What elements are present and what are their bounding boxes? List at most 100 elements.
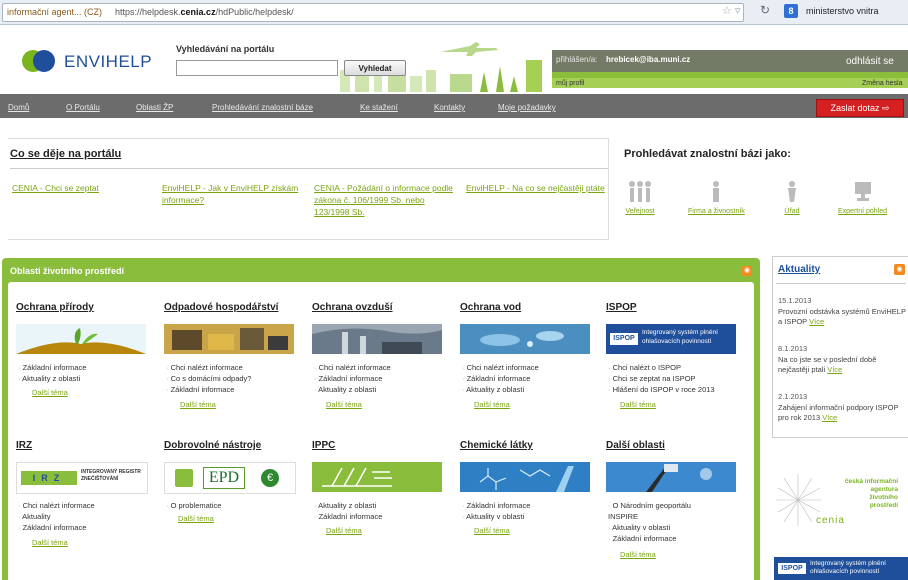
area-link[interactable]: Aktuality z oblasti	[462, 384, 539, 395]
area-link[interactable]: Chci se zeptat na ISPOP	[608, 373, 715, 384]
logo-text: ENVIHELP	[64, 52, 153, 71]
area-links-other: O Národním geoportálu INSPIRE Aktuality …	[608, 500, 708, 544]
area-link[interactable]: Aktuality v oblasti	[462, 511, 530, 522]
more-topics-link[interactable]: Další téma	[180, 400, 216, 409]
more-topics-link[interactable]: Další téma	[474, 526, 510, 535]
area-links-ispop: Chci nalézt o ISPOP Chci se zeptat na IS…	[608, 362, 715, 395]
news-link-3[interactable]: CENIA - Požádání o informace podle zákon…	[314, 182, 454, 218]
nav-contacts[interactable]: Kontakty	[434, 103, 465, 112]
area-title-chemicals[interactable]: Chemické látky	[460, 440, 533, 451]
area-title-water[interactable]: Ochrana vod	[460, 302, 521, 313]
area-title-waste[interactable]: Odpadové hospodářství	[164, 302, 278, 313]
monitor-icon	[854, 182, 871, 201]
nav-downloads[interactable]: Ke stažení	[360, 103, 398, 112]
area-link[interactable]: Aktuality z oblasti	[314, 384, 391, 395]
area-links-irz: Chci nalézt informace Aktuality Základní…	[18, 500, 95, 533]
role-expert[interactable]: Expertní pohled	[838, 180, 887, 215]
news-link-2[interactable]: EnviHELP - Jak v EnviHELP získám informa…	[162, 182, 302, 206]
area-link[interactable]: Hlášení do ISPOP v roce 2013	[608, 384, 715, 395]
portal-search-input[interactable]	[176, 60, 338, 76]
more-topics-link[interactable]: Další téma	[326, 526, 362, 535]
bookmark-star-icon[interactable]: ☆ ▿	[722, 4, 740, 17]
browse-as-heading: Prohledávat znalostní bázi jako:	[624, 148, 791, 160]
area-title-other[interactable]: Další oblasti	[606, 440, 665, 451]
my-profile-link[interactable]: můj profil	[556, 80, 584, 87]
area-link[interactable]: Základní informace	[462, 500, 531, 511]
area-links-nature: Základní informace Aktuality z oblasti	[18, 362, 86, 384]
news-link-4[interactable]: EnviHELP - Na co se nejčastěji ptáte	[466, 182, 606, 194]
news-sidebar-title[interactable]: Aktuality	[778, 264, 820, 275]
cenia-name: cenia	[816, 515, 845, 526]
news-link-1[interactable]: CENIA - Chci se zeptat	[12, 182, 152, 194]
area-title-nature[interactable]: Ochrana přírody	[16, 302, 94, 313]
tab-title: informační agent... (CZ)	[7, 7, 103, 17]
change-password-link[interactable]: Změna hesla	[862, 80, 902, 87]
area-title-irz[interactable]: IRZ	[16, 440, 32, 451]
url-text[interactable]: https://helpdesk.cenia.cz/hdPublic/helpd…	[115, 7, 294, 17]
role-office[interactable]: Úřad	[772, 180, 812, 215]
user-label: přihlášen/a:	[556, 55, 598, 64]
ippc-image	[312, 462, 442, 492]
area-title-ippc[interactable]: IPPC	[312, 440, 335, 451]
area-link[interactable]: Základní informace	[18, 362, 87, 373]
area-link[interactable]: Chci nalézt informace	[462, 362, 539, 373]
official-person-icon	[788, 181, 796, 202]
water-image	[460, 324, 590, 354]
send-question-button[interactable]: Zaslat dotaz ⇨	[816, 99, 904, 117]
area-links-chemicals: Základní informace Aktuality v oblasti	[462, 500, 530, 522]
area-link[interactable]: Aktuality	[18, 511, 95, 522]
nature-image	[16, 324, 146, 354]
areas-title: Oblasti životního prostředí	[10, 266, 125, 276]
more-topics-link[interactable]: Další téma	[620, 550, 656, 559]
area-link[interactable]: Chci nalézt o ISPOP	[608, 362, 715, 373]
area-link[interactable]: Chci nalézt informace	[166, 362, 251, 373]
area-link[interactable]: Aktuality z oblasti	[18, 373, 86, 384]
area-link[interactable]: Základní informace	[314, 373, 391, 384]
ispop-banner[interactable]: ISPOP Integrovaný systém plnění ohlašova…	[774, 557, 908, 580]
divider	[10, 168, 608, 169]
area-link[interactable]: O problematice	[166, 500, 222, 511]
area-link[interactable]: Základní informace	[166, 384, 251, 395]
more-topics-link[interactable]: Další téma	[178, 514, 214, 523]
area-link[interactable]: Aktuality z oblasti	[314, 500, 382, 511]
nav-knowledge-base[interactable]: Prohledávání znalostní báze	[212, 103, 313, 112]
irz-image: IRZ INTEGROVANÝ REGISTR ZNEČIŠŤOVÁNÍ	[16, 462, 148, 494]
area-link[interactable]: Chci nalézt informace	[314, 362, 391, 373]
area-title-voluntary[interactable]: Dobrovolné nástroje	[164, 440, 261, 451]
area-links-ippc: Aktuality z oblasti Základní informace	[314, 500, 382, 522]
more-topics-link[interactable]: Další téma	[32, 538, 68, 547]
nav-home[interactable]: Domů	[8, 103, 29, 112]
more-topics-link[interactable]: Další téma	[32, 388, 68, 397]
area-link[interactable]: Základní informace	[314, 511, 383, 522]
browser-search-input[interactable]: ministerstvo vnitra	[806, 6, 879, 16]
search-engine-icon[interactable]: 8	[784, 4, 798, 18]
reload-icon[interactable]: ↻	[760, 3, 770, 17]
role-business[interactable]: Firma a živnostník	[688, 180, 745, 215]
logout-link[interactable]: odhlásit se	[846, 56, 894, 67]
area-link[interactable]: Co s domácími odpady?	[166, 373, 252, 384]
area-link[interactable]: Základní informace	[462, 373, 539, 384]
role-public[interactable]: Veřejnost	[620, 180, 660, 215]
waste-image	[164, 324, 294, 354]
more-topics-link[interactable]: Další téma	[326, 400, 362, 409]
more-link[interactable]: Více	[827, 365, 842, 374]
rss-icon[interactable]: ◉	[742, 266, 752, 276]
area-link[interactable]: Základní informace	[608, 533, 708, 544]
area-link[interactable]: Základní informace	[18, 522, 95, 533]
area-title-ispop[interactable]: ISPOP	[606, 302, 637, 313]
nav-areas[interactable]: Oblasti ŽP	[136, 103, 173, 112]
area-link[interactable]: Chci nalézt informace	[18, 500, 95, 511]
nav-my-requests[interactable]: Moje požadavky	[498, 103, 556, 112]
more-topics-link[interactable]: Další téma	[474, 400, 510, 409]
more-link[interactable]: Více	[809, 317, 824, 326]
nav-about[interactable]: O Portálu	[66, 103, 100, 112]
area-link[interactable]: Aktuality v oblasti	[608, 522, 708, 533]
search-button[interactable]: Vyhledat	[344, 60, 406, 76]
address-bar[interactable]: informační agent... (CZ) https://helpdes…	[2, 3, 744, 22]
rss-icon[interactable]: ◉	[894, 264, 905, 275]
area-link[interactable]: O Národním geoportálu INSPIRE	[608, 500, 708, 522]
area-title-air[interactable]: Ochrana ovzduší	[312, 302, 393, 313]
more-topics-link[interactable]: Další téma	[620, 400, 656, 409]
more-link[interactable]: Více	[822, 413, 837, 422]
voluntary-tools-image: EPD €	[164, 462, 296, 494]
